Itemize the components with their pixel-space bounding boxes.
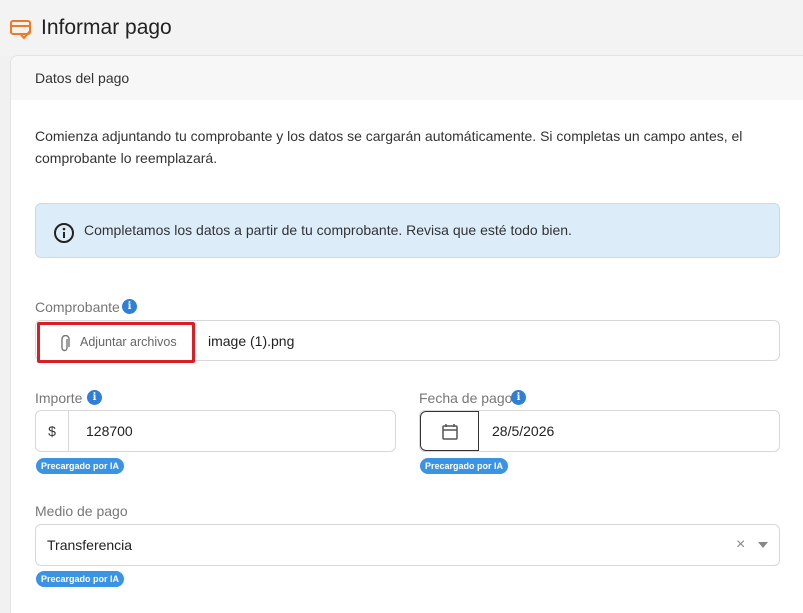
info-circle-icon — [54, 223, 74, 243]
page-title: Informar pago — [41, 16, 172, 39]
section-title: Datos del pago — [35, 70, 130, 86]
comprobante-label: Comprobante — [35, 299, 120, 315]
medio-select[interactable]: Transferencia × — [35, 524, 780, 566]
payment-check-icon — [10, 20, 31, 40]
attached-file-name: image (1).png — [208, 333, 295, 349]
clear-icon[interactable]: × — [736, 536, 745, 554]
attach-files-label: Adjuntar archivos — [80, 335, 177, 349]
currency-prefix: $ — [36, 411, 69, 451]
calendar-icon — [442, 424, 458, 440]
paperclip-icon — [61, 335, 70, 352]
attach-files-button[interactable]: Adjuntar archivos — [37, 322, 195, 363]
importe-info-icon[interactable]: i — [87, 390, 102, 405]
fecha-label: Fecha de pago — [419, 390, 513, 406]
chevron-down-icon[interactable] — [758, 542, 768, 548]
fecha-info-icon[interactable]: i — [511, 390, 526, 405]
fecha-value: 28/5/2026 — [492, 423, 555, 439]
page-header: Informar pago — [0, 0, 803, 56]
payment-form-card: Datos del pago Comienza adjuntando tu co… — [10, 55, 803, 613]
comprobante-file-field[interactable]: Adjuntar archivos image (1).png — [35, 320, 780, 363]
importe-input[interactable]: $ 128700 — [35, 410, 396, 452]
medio-ai-badge: Precargado por IA — [36, 571, 125, 587]
info-alert: Completamos los datos a partir de tu com… — [35, 203, 780, 258]
comprobante-info-icon[interactable]: i — [122, 299, 137, 314]
alert-text: Completamos los datos a partir de tu com… — [84, 222, 572, 238]
intro-text: Comienza adjuntando tu comprobante y los… — [35, 128, 743, 166]
importe-value: 128700 — [86, 423, 133, 439]
section-header: Datos del pago — [11, 56, 803, 100]
medio-value: Transferencia — [47, 537, 133, 553]
importe-ai-badge: Precargado por IA — [36, 458, 125, 474]
medio-label: Medio de pago — [35, 503, 128, 519]
fecha-ai-badge: Precargado por IA — [420, 458, 509, 474]
fecha-input[interactable]: 28/5/2026 — [419, 410, 780, 452]
calendar-button[interactable] — [420, 411, 479, 451]
importe-label: Importe — [35, 390, 83, 406]
